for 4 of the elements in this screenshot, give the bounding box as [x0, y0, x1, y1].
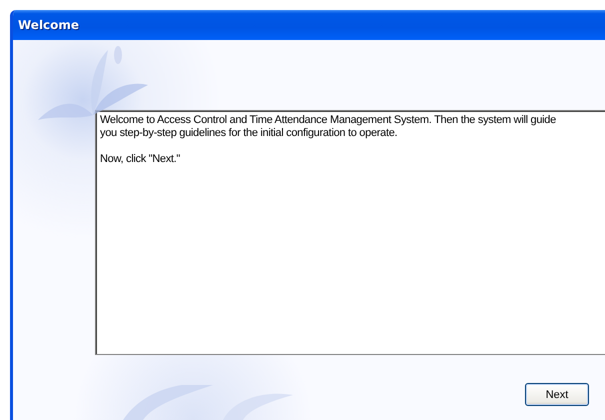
next-button[interactable]: Next: [525, 383, 589, 406]
message-text: Welcome to Access Control and Time Attendance Management System. Then the system will guide you step-by-step guidelines for the initial configuration to operate.: [100, 114, 557, 140]
message-text: Now, click "Next.": [100, 153, 182, 166]
window-title: Welcome: [18, 18, 80, 32]
